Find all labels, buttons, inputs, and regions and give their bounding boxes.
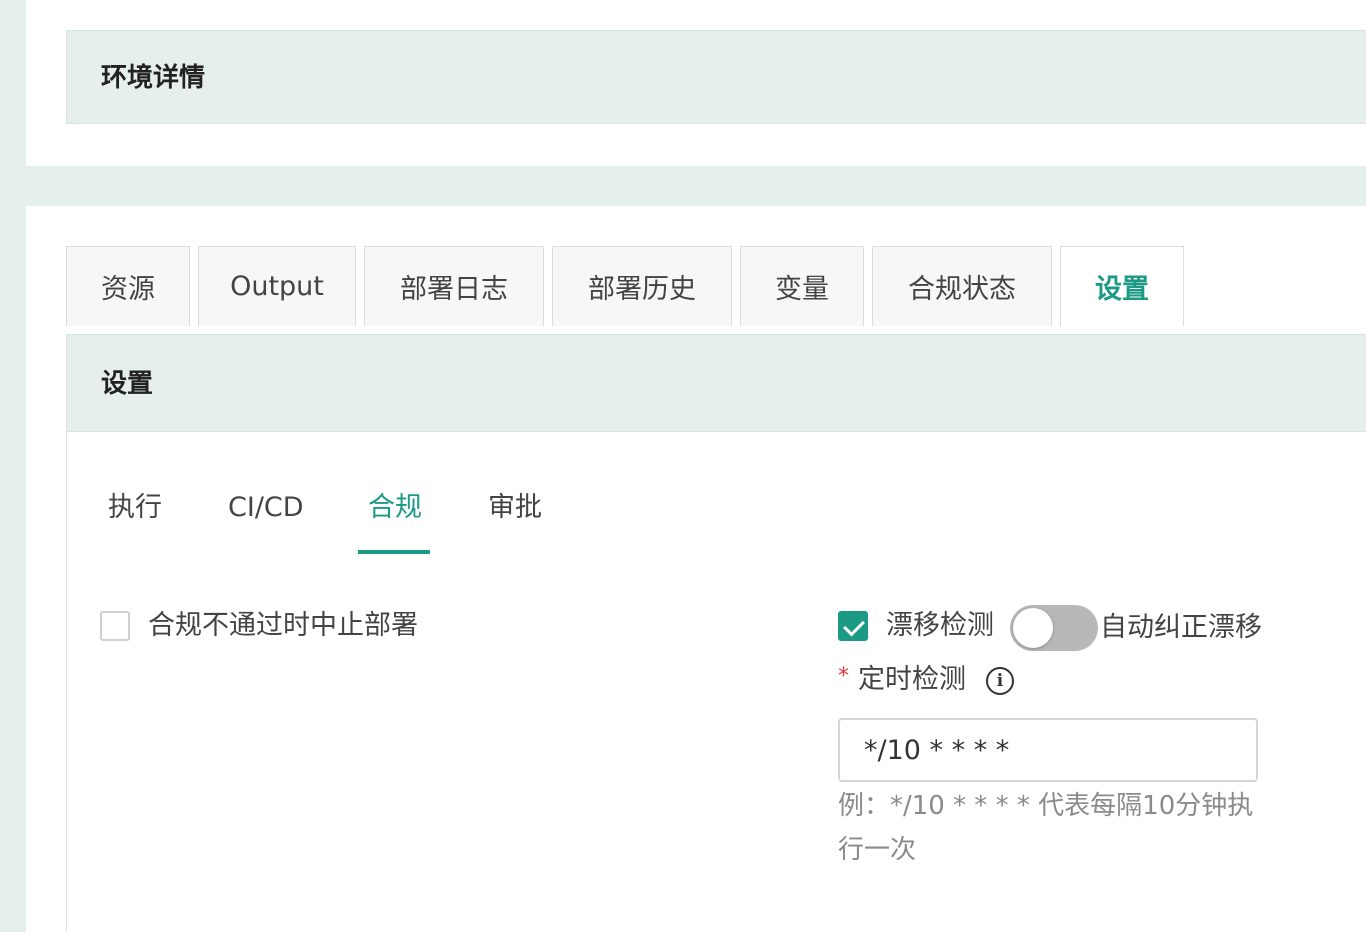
tab-settings[interactable]: 设置 <box>1060 246 1184 326</box>
drift-detection-checkbox[interactable] <box>838 611 868 641</box>
tab-variables[interactable]: 变量 <box>740 246 864 326</box>
active-subtab-indicator <box>358 550 430 554</box>
drift-detection-label: 漂移检测 <box>886 610 994 641</box>
subtab-execution[interactable]: 执行 <box>108 490 162 526</box>
subtab-cicd[interactable]: CI/CD <box>228 490 304 526</box>
schedule-label: 定时检测 <box>858 664 966 695</box>
settings-title: 设置 <box>101 369 154 399</box>
env-header: 环境详情 <box>66 30 1366 124</box>
settings-header: 设置 <box>67 335 1366 432</box>
toggle-knob <box>1013 608 1053 648</box>
info-icon[interactable]: i <box>986 667 1014 695</box>
subtab-approval[interactable]: 审批 <box>488 490 542 526</box>
subtab-compliance[interactable]: 合规 <box>368 490 422 526</box>
abort-on-noncompliance-label: 合规不通过时中止部署 <box>148 610 418 641</box>
tab-deploy-logs[interactable]: 部署日志 <box>364 246 544 326</box>
checkmark-icon <box>843 614 865 637</box>
required-mark: * <box>838 664 849 689</box>
tab-compliance-status[interactable]: 合规状态 <box>872 246 1052 326</box>
env-title: 环境详情 <box>101 63 206 93</box>
tab-resources[interactable]: 资源 <box>66 246 190 326</box>
abort-on-noncompliance-checkbox[interactable] <box>100 611 130 641</box>
tab-deploy-history[interactable]: 部署历史 <box>552 246 732 326</box>
page: 环境详情 资源 Output 部署日志 部署历史 变量 合规状态 设置 设置 执… <box>0 0 1366 932</box>
tab-output[interactable]: Output <box>198 246 356 326</box>
auto-correct-drift-toggle[interactable] <box>1010 605 1098 651</box>
schedule-hint: 例：*/10 * * * * 代表每隔10分钟执行一次 <box>838 791 1254 865</box>
schedule-cron-input[interactable] <box>838 718 1258 782</box>
auto-correct-drift-label: 自动纠正漂移 <box>1100 612 1262 643</box>
